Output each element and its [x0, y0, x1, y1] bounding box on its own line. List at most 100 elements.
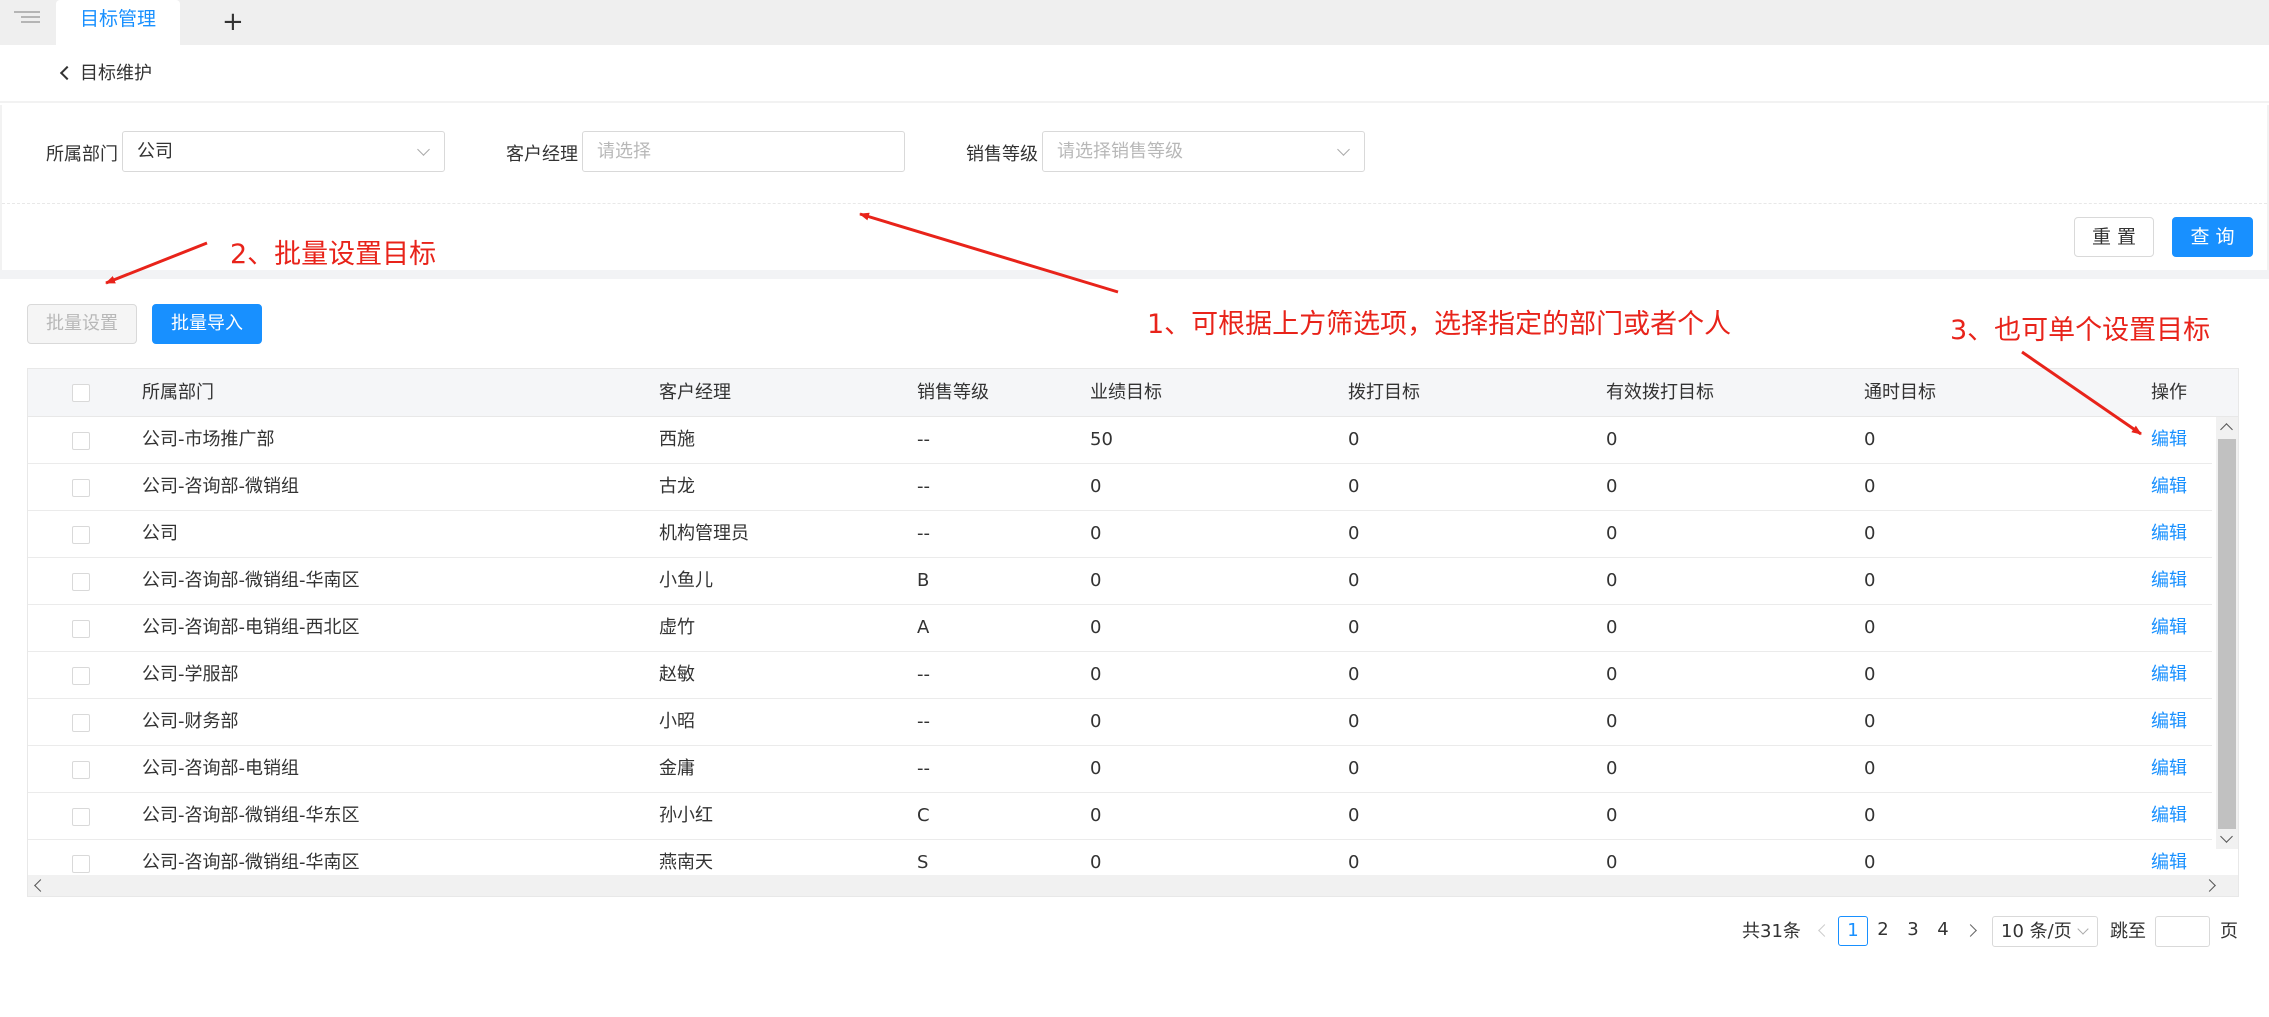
manager-input[interactable]: 请选择 [582, 131, 905, 172]
batch-set-button[interactable]: 批量设置 [27, 304, 137, 344]
row-checkbox[interactable] [72, 620, 90, 638]
cell-department: 公司-咨询部-微销组-华南区 [142, 570, 360, 591]
row-checkbox[interactable] [72, 761, 90, 779]
edit-link[interactable]: 编辑 [2151, 699, 2187, 745]
cell-talk-time-target: 0 [1864, 711, 1876, 732]
chevron-left-icon[interactable] [34, 879, 47, 892]
next-page-icon[interactable] [1964, 924, 1977, 937]
edit-link[interactable]: 编辑 [2151, 793, 2187, 839]
table-row: 公司-学服部 赵敏 -- 0 0 0 0 编辑 [28, 652, 2212, 699]
cell-performance-target: 0 [1090, 523, 1102, 544]
sales-level-select[interactable]: 请选择销售等级 [1042, 131, 1365, 172]
batch-import-button[interactable]: 批量导入 [152, 304, 262, 344]
add-tab-button[interactable]: + [222, 4, 244, 40]
col-header-valid-call-target: 有效拨打目标 [1606, 382, 1714, 403]
annotation-single-edit: 3、也可单个设置目标 [1950, 315, 2211, 346]
back-label: 目标维护 [80, 63, 152, 84]
department-select[interactable]: 公司 [122, 131, 445, 172]
cell-call-target: 0 [1348, 570, 1360, 591]
tab-bar: 目标管理 + [0, 0, 2269, 45]
cell-department: 公司 [142, 523, 178, 544]
cell-talk-time-target: 0 [1864, 476, 1876, 497]
table-row: 公司-咨询部-微销组 古龙 -- 0 0 0 0 编辑 [28, 464, 2212, 511]
cell-call-target: 0 [1348, 523, 1360, 544]
row-checkbox[interactable] [72, 808, 90, 826]
cell-performance-target: 0 [1090, 664, 1102, 685]
table-header: 所属部门 客户经理 销售等级 业绩目标 拨打目标 有效拨打目标 通时目标 操作 [28, 369, 2238, 417]
page-3[interactable]: 3 [1898, 916, 1928, 946]
edit-link[interactable]: 编辑 [2151, 605, 2187, 651]
cell-talk-time-target: 0 [1864, 617, 1876, 638]
cell-valid-call-target: 0 [1606, 429, 1618, 450]
page-4[interactable]: 4 [1928, 916, 1958, 946]
chevron-right-icon[interactable] [2203, 879, 2216, 892]
edit-link[interactable]: 编辑 [2151, 558, 2187, 604]
col-header-sales-level: 销售等级 [917, 382, 989, 403]
cell-call-target: 0 [1348, 476, 1360, 497]
cell-department: 公司-咨询部-微销组-华东区 [142, 805, 360, 826]
cell-manager: 西施 [659, 429, 695, 450]
cell-manager: 机构管理员 [659, 523, 749, 544]
edit-link[interactable]: 编辑 [2151, 746, 2187, 792]
cell-talk-time-target: 0 [1864, 570, 1876, 591]
menu-toggle-icon[interactable] [14, 8, 40, 30]
chevron-down-icon [2077, 923, 2089, 935]
jump-page-input[interactable] [2155, 916, 2210, 947]
cell-talk-time-target: 0 [1864, 523, 1876, 544]
col-header-department: 所属部门 [142, 382, 214, 403]
cell-performance-target: 0 [1090, 758, 1102, 779]
table-row: 公司 机构管理员 -- 0 0 0 0 编辑 [28, 511, 2212, 558]
targets-table: 所属部门 客户经理 销售等级 业绩目标 拨打目标 有效拨打目标 通时目标 操作 … [27, 368, 2239, 897]
row-checkbox[interactable] [72, 855, 90, 873]
page-size-select[interactable]: 10 条/页 [1992, 916, 2098, 947]
cell-performance-target: 0 [1090, 711, 1102, 732]
edit-link[interactable]: 编辑 [2151, 652, 2187, 698]
chevron-up-icon[interactable] [2220, 423, 2233, 436]
edit-link[interactable]: 编辑 [2151, 417, 2187, 463]
reset-button[interactable]: 重 置 [2074, 217, 2154, 257]
col-header-performance-target: 业绩目标 [1090, 382, 1162, 403]
cell-talk-time-target: 0 [1864, 429, 1876, 450]
cell-manager: 孙小红 [659, 805, 713, 826]
chevron-down-icon[interactable] [2220, 830, 2233, 843]
cell-sales-level: -- [917, 664, 930, 685]
cell-sales-level: B [917, 570, 930, 591]
manager-label: 客户经理 [506, 144, 578, 165]
row-checkbox[interactable] [72, 479, 90, 497]
edit-link[interactable]: 编辑 [2151, 464, 2187, 510]
cell-talk-time-target: 0 [1864, 805, 1876, 826]
section-gap [0, 270, 2269, 279]
row-checkbox[interactable] [72, 714, 90, 732]
cell-performance-target: 50 [1090, 429, 1113, 450]
cell-department: 公司-财务部 [142, 711, 239, 732]
edit-link[interactable]: 编辑 [2151, 511, 2187, 557]
row-checkbox[interactable] [72, 667, 90, 685]
row-checkbox[interactable] [72, 432, 90, 450]
back-link[interactable]: 目标维护 [59, 59, 152, 85]
table-row: 公司-咨询部-微销组-华东区 孙小红 C 0 0 0 0 编辑 [28, 793, 2212, 840]
cell-performance-target: 0 [1090, 617, 1102, 638]
vertical-scrollbar[interactable] [2216, 417, 2238, 849]
cell-manager: 金庸 [659, 758, 695, 779]
select-all-checkbox[interactable] [72, 384, 90, 402]
cell-department: 公司-咨询部-电销组 [142, 758, 299, 779]
horizontal-scrollbar[interactable] [28, 875, 2238, 896]
scroll-thumb[interactable] [2218, 439, 2236, 829]
breadcrumb: 目标维护 [0, 45, 2269, 103]
cell-call-target: 0 [1348, 711, 1360, 732]
page-size-value: 10 条/页 [2001, 921, 2072, 942]
row-checkbox[interactable] [72, 526, 90, 544]
col-header-actions: 操作 [2151, 382, 2187, 403]
cell-call-target: 0 [1348, 758, 1360, 779]
page-2[interactable]: 2 [1868, 916, 1898, 946]
page-1[interactable]: 1 [1838, 916, 1868, 946]
cell-sales-level: -- [917, 711, 930, 732]
row-checkbox[interactable] [72, 573, 90, 591]
annotation-batch-set: 2、批量设置目标 [230, 239, 437, 270]
tab-target-management[interactable]: 目标管理 [56, 0, 180, 45]
prev-page-icon[interactable] [1818, 924, 1831, 937]
cell-talk-time-target: 0 [1864, 758, 1876, 779]
query-button[interactable]: 查 询 [2172, 217, 2253, 257]
cell-sales-level: -- [917, 758, 930, 779]
table-row: 公司-咨询部-微销组-华南区 小鱼儿 B 0 0 0 0 编辑 [28, 558, 2212, 605]
